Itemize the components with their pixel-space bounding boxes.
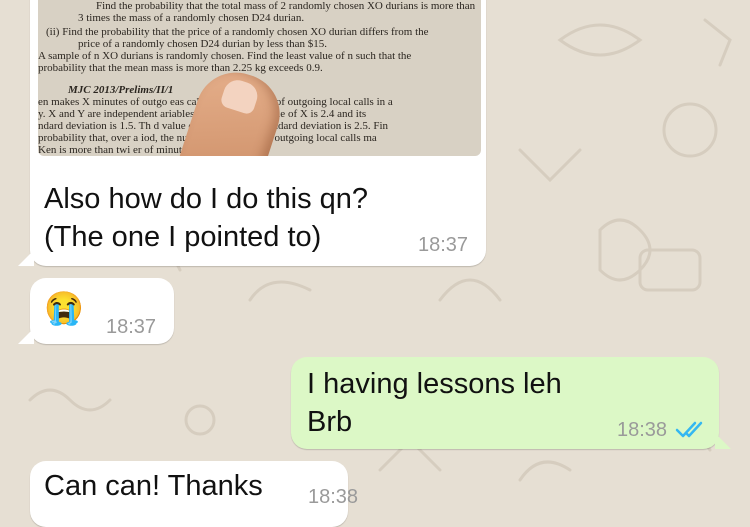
bubble-tail (715, 433, 731, 449)
caption-line-1: Also how do I do this qn? (44, 183, 369, 215)
message-line-2: Brb (307, 406, 353, 438)
message-timestamp: 18:38 (617, 419, 668, 441)
message-timestamp: 18:37 (106, 316, 157, 338)
bubble-tail (18, 250, 34, 266)
double-check-icon (675, 421, 703, 438)
incoming-emoji-message[interactable]: 😭 18:37 (18, 278, 174, 344)
message-timestamp: 18:37 (418, 234, 469, 256)
photo-text-line: probability that the mean mass is more t… (38, 62, 323, 74)
outgoing-text-message[interactable]: I having lessons leh Brb 18:38 (291, 357, 731, 449)
message-timestamp: 18:38 (308, 486, 359, 508)
crying-face-icon: 😭 (44, 290, 84, 326)
message-line-1: I having lessons leh (307, 368, 562, 400)
incoming-image-message[interactable]: Find the probability that the total mass… (18, 0, 486, 266)
photo-text-line: Find the probability that the total mass… (96, 0, 476, 12)
photo-text-line: (ii) Find the probability that the price… (46, 26, 429, 38)
photo-text-line: MJC 2013/Prelims/II/1 (68, 84, 174, 96)
bubble-tail (18, 328, 34, 344)
incoming-text-message[interactable]: Can can! Thanks 18:38 (30, 461, 358, 527)
caption-line-2: (The one I pointed to) (44, 221, 322, 253)
photo-text-line: 3 times the mass of a randomly chosen D2… (78, 12, 305, 24)
photo-text-line: A sample of n XO durians is randomly cho… (38, 50, 412, 62)
message-line-1: Can can! Thanks (44, 470, 263, 502)
attached-photo[interactable]: Find the probability that the total mass… (38, 0, 481, 156)
photo-text-line: price of a randomly chosen D24 durian by… (78, 38, 327, 50)
